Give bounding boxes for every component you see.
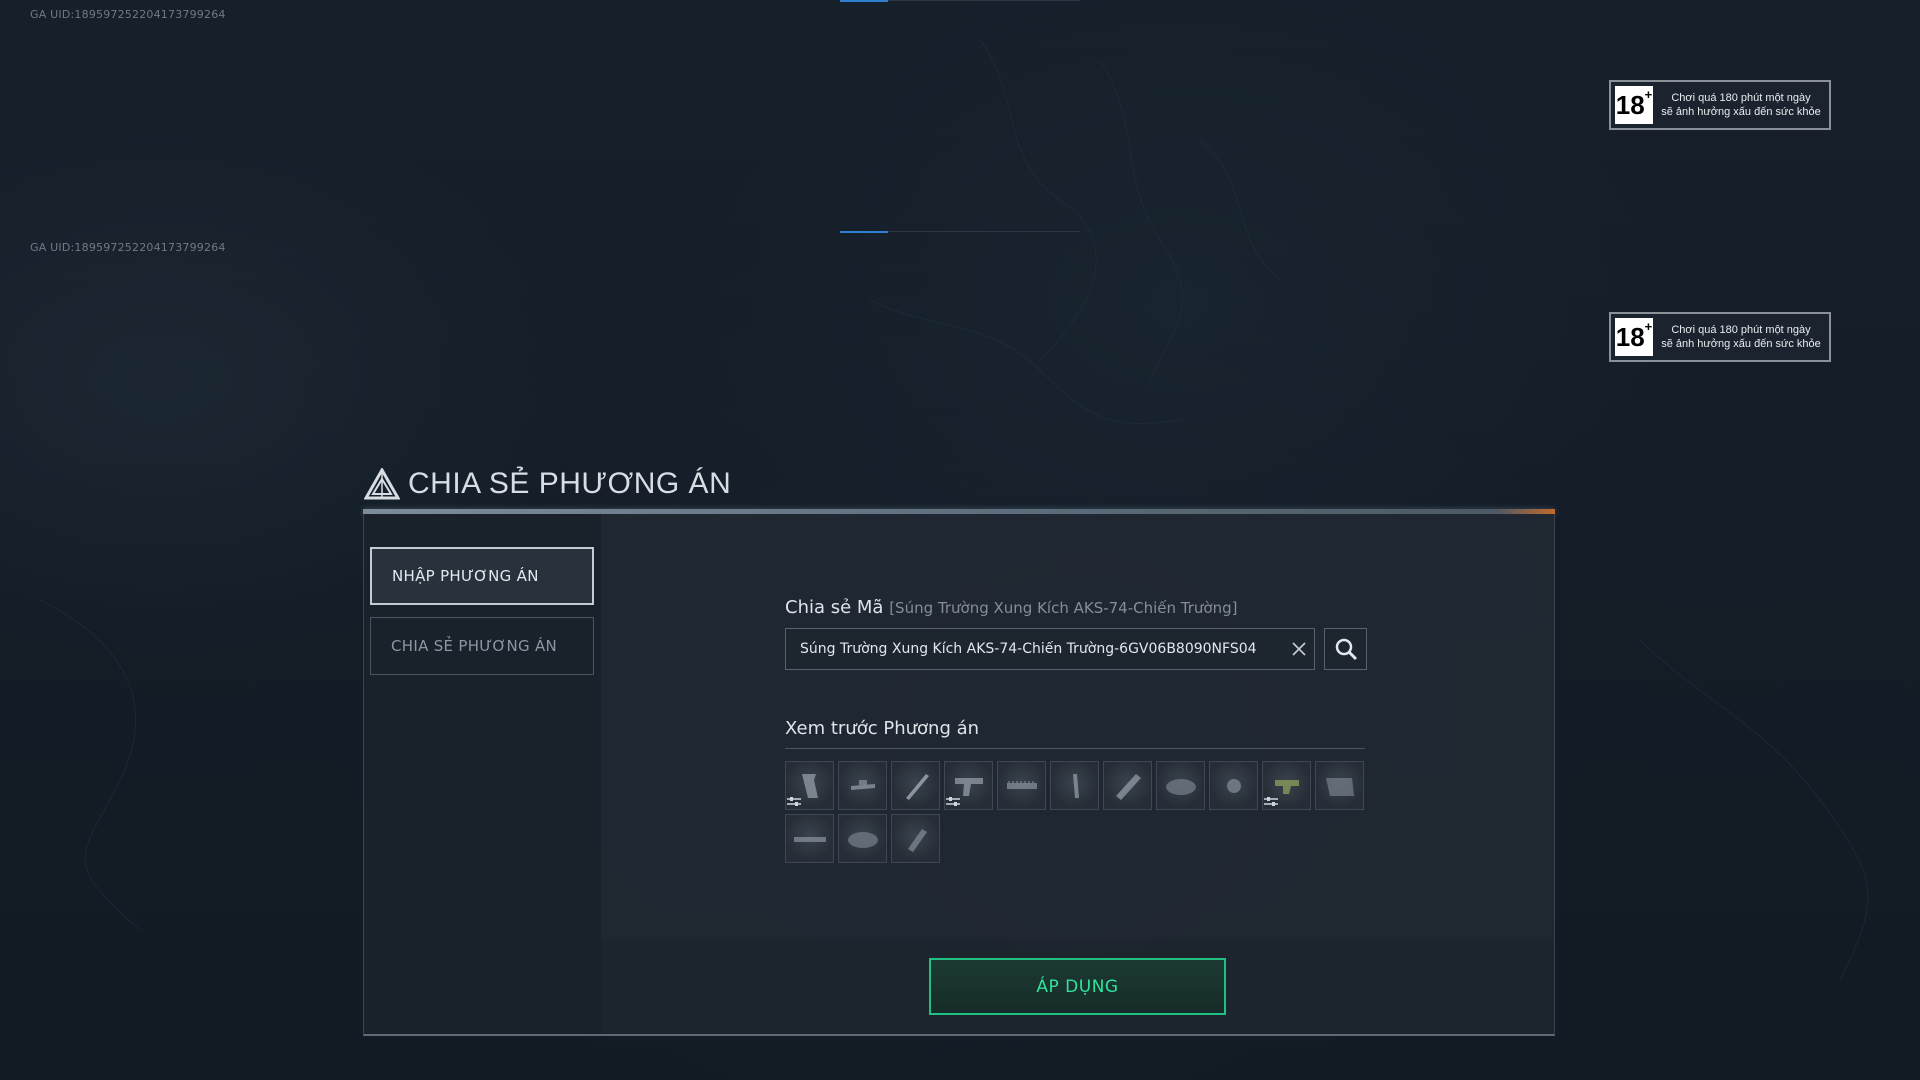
age-warning-text: Chơi quá 180 phút một ngày sẽ ảnh hưởng …	[1661, 92, 1821, 118]
age-rating-icon: 18 +	[1615, 86, 1653, 124]
age-rating-badge: 18 + Chơi quá 180 phút một ngày sẽ ảnh hư…	[1609, 80, 1831, 130]
clear-input-button[interactable]	[1284, 629, 1314, 669]
slot-sight-mount[interactable]	[838, 761, 887, 810]
triangle-logo-icon	[364, 468, 400, 500]
suppressor-icon	[908, 829, 927, 852]
uid-label: GA UID:18959725220417379926​4	[30, 8, 226, 21]
tab-import-plan[interactable]: NHẬP PHƯƠNG ÁN	[370, 547, 594, 605]
top-progress-line	[840, 0, 1080, 2]
pad-icon	[848, 832, 878, 848]
slot-suppressor[interactable]	[891, 814, 940, 863]
mod-settings-icon	[946, 797, 960, 806]
search-button[interactable]	[1324, 628, 1367, 670]
share-code-field	[785, 628, 1315, 670]
pin-icon	[1073, 774, 1079, 798]
slot-receiver[interactable]	[944, 761, 993, 810]
barrel-icon	[906, 774, 929, 800]
rail-icon	[1007, 781, 1037, 789]
handguard-icon	[1116, 774, 1141, 800]
apply-button[interactable]: ÁP DỤNG	[929, 958, 1226, 1015]
age-rating-badge-duplicate: 18 + Chơi quá 180 phút một ngày sẽ ảnh hư…	[1609, 312, 1831, 362]
slot-rail[interactable]	[997, 761, 1046, 810]
age-rating-icon: 18 +	[1615, 318, 1653, 356]
content-area	[601, 514, 1554, 939]
preview-divider	[785, 748, 1365, 749]
preview-label: Xem trước Phương án	[785, 718, 980, 739]
slot-rail-long[interactable]	[785, 814, 834, 863]
mod-settings-icon	[1264, 797, 1278, 806]
search-icon	[1335, 638, 1357, 661]
sidebar: NHẬP PHƯƠNG ÁN CHIA SẺ PHƯƠNG ÁN	[364, 514, 601, 1034]
sight-mount-icon	[851, 780, 875, 790]
slot-barrel[interactable]	[891, 761, 940, 810]
tab-share-plan[interactable]: CHIA SẺ PHƯƠNG ÁN	[370, 617, 594, 675]
slot-grip[interactable]	[785, 761, 834, 810]
slot-pad[interactable]	[1156, 761, 1205, 810]
close-icon	[1292, 642, 1306, 656]
uid-label-duplicate: GA UID:18959725220417379926​4	[30, 241, 226, 254]
age-warning-text: Chơi quá 180 phút một ngày sẽ ảnh hưởng …	[1661, 324, 1821, 350]
pad-icon	[1166, 779, 1196, 795]
slot-pin[interactable]	[1050, 761, 1099, 810]
stock-icon	[1326, 778, 1354, 796]
knob-icon	[1227, 779, 1241, 793]
slot-scope[interactable]	[1262, 761, 1311, 810]
slot-knob[interactable]	[1209, 761, 1258, 810]
share-code-input[interactable]	[786, 629, 1284, 669]
mod-settings-icon	[787, 797, 801, 806]
share-code-label: Chia sẻ Mã [Súng Trường Xung Kích AKS-74…	[785, 597, 1238, 618]
slot-stock[interactable]	[1315, 761, 1364, 810]
slot-handguard[interactable]	[1103, 761, 1152, 810]
weapon-name-note: [Súng Trường Xung Kích AKS-74-Chiến Trườ…	[889, 599, 1238, 617]
dialog-title: CHIA SẺ PHƯƠNG ÁN	[364, 464, 731, 504]
dialog-title-text: CHIA SẺ PHƯƠNG ÁN	[408, 467, 732, 500]
rail-long-icon	[794, 837, 826, 842]
slot-pad-2[interactable]	[838, 814, 887, 863]
top-progress-line-duplicate	[840, 231, 1080, 233]
